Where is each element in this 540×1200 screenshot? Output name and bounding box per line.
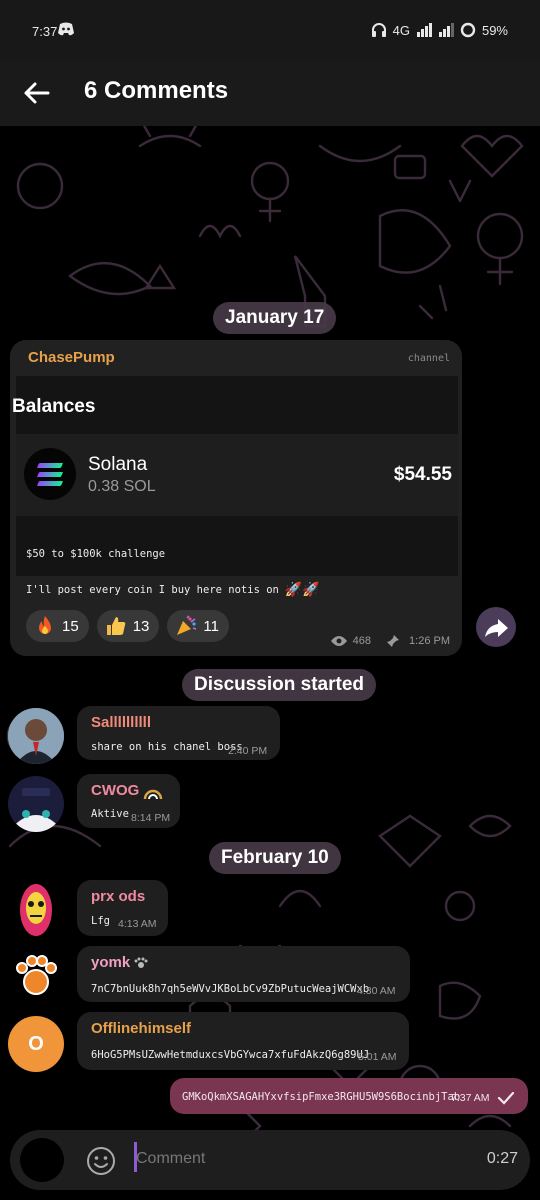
date-pill-february-10: February 10 — [209, 842, 341, 874]
reaction-thumbs-up[interactable]: 13 — [96, 610, 160, 642]
avatar-photo — [8, 708, 64, 764]
post-text-line-2-text: I'll post every coin I buy here notis on — [26, 584, 279, 596]
comment-author-name: CWOG — [91, 782, 140, 799]
coin-value: $54.55 — [393, 464, 452, 485]
battery-level: 59% — [481, 22, 508, 38]
app-bar: 6 Comments — [0, 60, 540, 126]
comment-bubble-2[interactable]: CWOG Aktive 8:14 PM — [77, 774, 180, 828]
avatar-image — [8, 776, 64, 832]
emoji-icon[interactable] — [86, 1146, 116, 1176]
outgoing-message[interactable]: GMKoQkmXSAGAHYxvfsipFmxe3RGHU5W9S6Bocinb… — [170, 1078, 528, 1114]
headphones-icon — [371, 23, 386, 37]
rainbow-badge-icon — [144, 789, 163, 799]
thumbs-up-emoji-icon — [106, 617, 126, 635]
signal-icon — [416, 23, 432, 37]
reaction-party[interactable]: 11 — [167, 610, 229, 642]
post-image[interactable]: Balances Solana 0.38 SOL $54.55 — [12, 376, 458, 576]
discussion-started-pill: Discussion started — [182, 669, 376, 701]
post-author[interactable]: ChasePump — [28, 349, 115, 366]
network-type: 4G — [392, 22, 410, 38]
balance-card: Solana 0.38 SOL $54.55 — [16, 434, 458, 516]
comment-time: 4:13 AM — [118, 918, 157, 930]
view-count: 468 — [352, 635, 372, 647]
comment-text: Aktive — [91, 808, 129, 820]
avatar[interactable] — [8, 776, 64, 832]
comment-bubble-4[interactable]: yomk 7nC7bnUuk8h7qh5eWVvJKBoLbCv9ZbPutuc… — [77, 946, 410, 1002]
share-arrow-icon — [485, 619, 508, 637]
comment-input[interactable]: Comment — [136, 1150, 205, 1168]
comment-text: 6HoG5PMsUZwwHetmduxcsVbGYwca7xfuFdAkzQ6g… — [91, 1049, 370, 1061]
comment-author-name: yomk — [91, 954, 131, 971]
comment-time: 8:14 PM — [131, 812, 171, 824]
coin-name: Solana — [88, 454, 148, 475]
fire-emoji-icon — [39, 616, 51, 634]
reaction-thumbs-up-count: 13 — [132, 617, 150, 635]
comment-author[interactable]: yomk — [91, 954, 148, 971]
post-meta: 468 1:26 PM — [330, 634, 450, 648]
avatar-image — [20, 884, 52, 936]
record-button[interactable] — [20, 1138, 64, 1182]
status-time: 7:37 — [32, 24, 58, 39]
avatar[interactable] — [8, 708, 64, 764]
comment-bubble-3[interactable]: prx ods Lfg 4:13 AM — [77, 880, 168, 936]
comment-time: 4:30 AM — [357, 985, 396, 997]
discord-icon — [58, 22, 74, 36]
comment-composer: Comment 0:27 — [10, 1130, 530, 1190]
comment-text: Lfg — [91, 915, 110, 927]
avatar[interactable]: O — [8, 1016, 64, 1072]
comment-text: 7nC7bnUuk8h7qh5eWVvJKBoLbCv9ZbPutucWeajW… — [91, 983, 370, 995]
rocket-emoji-icon: 🚀🚀 — [284, 582, 320, 598]
paw-badge-icon — [134, 957, 148, 968]
post-text-line-1: $50 to $100k challenge — [26, 548, 166, 560]
comment-author[interactable]: CWOG — [91, 782, 163, 799]
check-icon — [497, 1091, 515, 1105]
recording-duration: 0:27 — [486, 1150, 518, 1167]
solana-logo-icon — [24, 448, 76, 500]
balances-heading: Balances — [12, 396, 96, 417]
comment-author[interactable]: prx ods — [91, 888, 145, 905]
comment-bubble-1[interactable]: Sallllllllll share on his chanel boss 2:… — [77, 706, 280, 760]
eye-icon — [330, 636, 347, 646]
outgoing-time: 7:37 AM — [451, 1092, 490, 1104]
post-channel-tag: channel — [407, 353, 450, 364]
outgoing-text: GMKoQkmXSAGAHYxvfsipFmxe3RGHU5W9S6Bocinb… — [182, 1091, 461, 1103]
signal-icon-2 — [438, 23, 454, 37]
comment-time: 5:01 AM — [358, 1051, 397, 1063]
reaction-fire[interactable]: 15 — [26, 610, 89, 642]
pin-icon — [387, 635, 400, 647]
share-button[interactable] — [476, 607, 516, 647]
comment-text: share on his chanel boss — [91, 741, 243, 753]
paw-avatar-icon — [16, 955, 57, 995]
battery-icon — [460, 22, 476, 38]
comment-author[interactable]: Offlinehimself — [91, 1020, 191, 1037]
page-title: 6 Comments — [84, 77, 229, 104]
reaction-party-count: 11 — [203, 617, 219, 635]
reaction-fire-count: 15 — [62, 617, 79, 635]
party-popper-emoji-icon — [177, 615, 197, 635]
coin-amount: 0.38 SOL — [88, 478, 156, 495]
date-pill-january-17: January 17 — [213, 302, 337, 334]
channel-post[interactable]: ChasePump channel Balances Solana 0.38 S… — [10, 340, 462, 656]
status-bar: 7:37 4G 59% — [0, 0, 540, 60]
avatar[interactable] — [8, 948, 64, 1004]
reactions-row: 15 13 11 — [26, 610, 229, 642]
post-time: 1:26 PM — [409, 635, 450, 647]
comment-bubble-5[interactable]: Offlinehimself 6HoG5PMsUZwwHetmduxcsVbGY… — [77, 1012, 409, 1070]
back-arrow-icon[interactable] — [22, 79, 50, 107]
post-text-line-2: I'll post every coin I buy here notis on… — [26, 582, 320, 598]
comment-author[interactable]: Sallllllllll — [91, 714, 151, 731]
avatar[interactable] — [8, 882, 64, 938]
comment-time: 2:40 PM — [228, 745, 268, 757]
